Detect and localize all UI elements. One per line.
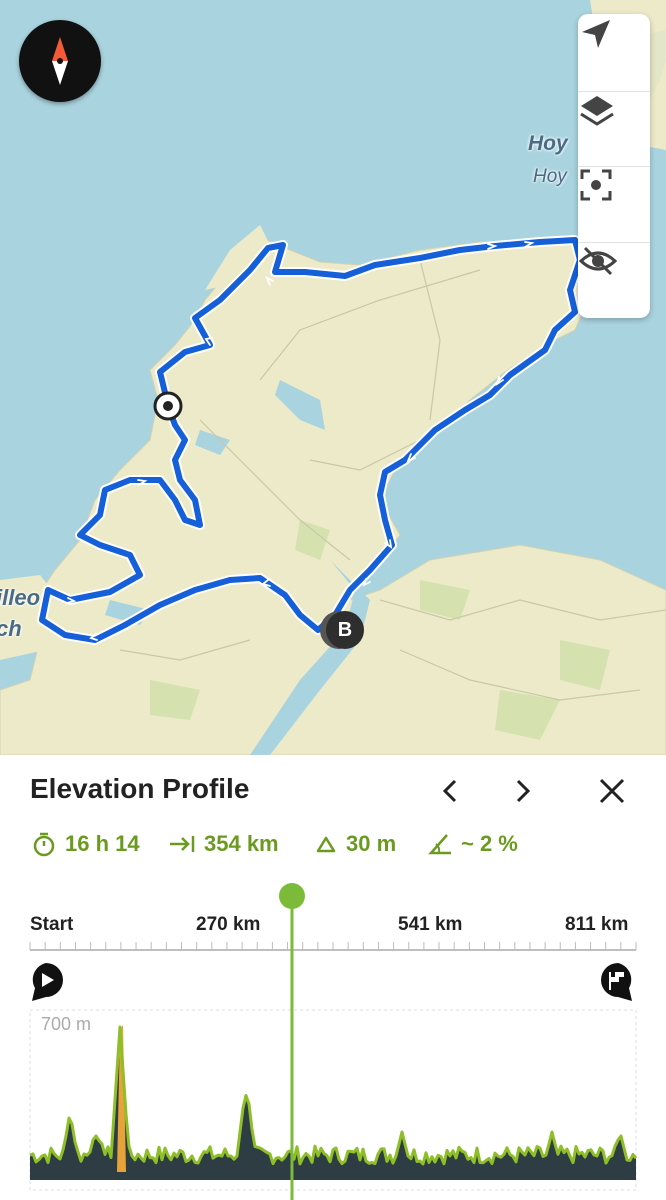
distance-icon xyxy=(170,836,195,852)
focus-icon xyxy=(580,169,612,201)
stat-duration: 16 h 14 xyxy=(31,831,140,857)
panel-title: Elevation Profile xyxy=(30,773,250,804)
previous-button[interactable] xyxy=(432,773,468,809)
selection-handle[interactable] xyxy=(278,883,305,909)
stat-ascent: 30 m xyxy=(314,831,396,857)
gradient-icon xyxy=(428,834,451,855)
start-pin-icon xyxy=(32,963,63,1001)
locate-button[interactable] xyxy=(578,16,650,90)
finish-pin-icon xyxy=(601,963,632,1001)
stat-gradient: ~ 2 % xyxy=(427,831,518,857)
compass-button[interactable] xyxy=(19,20,101,102)
place-label-partial-1: illeo xyxy=(0,585,41,610)
close-button[interactable] xyxy=(594,773,630,809)
stat-distance: 354 km xyxy=(168,831,279,857)
place-sublabel-hoy: Hoy xyxy=(533,166,567,187)
ascent-icon xyxy=(316,836,336,853)
navigation-arrow-icon xyxy=(582,20,610,48)
eye-off-icon xyxy=(578,246,618,276)
map-view[interactable]: Hoy Hoy illeo ch B xyxy=(0,0,666,755)
close-icon xyxy=(599,778,625,804)
stat-gradient-value: ~ 2 % xyxy=(461,831,518,856)
chevron-left-icon xyxy=(442,779,457,803)
chevron-right-icon xyxy=(516,779,531,803)
stat-duration-value: 16 h 14 xyxy=(65,831,140,856)
end-marker[interactable]: B xyxy=(326,611,364,649)
elevation-profile-chart[interactable] xyxy=(0,880,666,1200)
layers-icon xyxy=(580,96,614,126)
place-label-partial-2: ch xyxy=(0,616,22,641)
stat-distance-value: 354 km xyxy=(204,831,279,856)
layers-button[interactable] xyxy=(578,91,650,166)
map-controls xyxy=(578,14,650,318)
place-label-hoy: Hoy xyxy=(528,132,568,155)
next-button[interactable] xyxy=(505,773,541,809)
stat-ascent-value: 30 m xyxy=(346,831,397,856)
distance-axis-ticks xyxy=(29,942,637,950)
focus-button[interactable] xyxy=(578,166,650,241)
compass-icon xyxy=(52,37,68,85)
hide-route-button[interactable] xyxy=(578,242,650,317)
end-marker-label: B xyxy=(337,618,353,641)
stopwatch-icon xyxy=(33,832,55,857)
elevation-axis-label: 700 m xyxy=(41,1014,92,1034)
